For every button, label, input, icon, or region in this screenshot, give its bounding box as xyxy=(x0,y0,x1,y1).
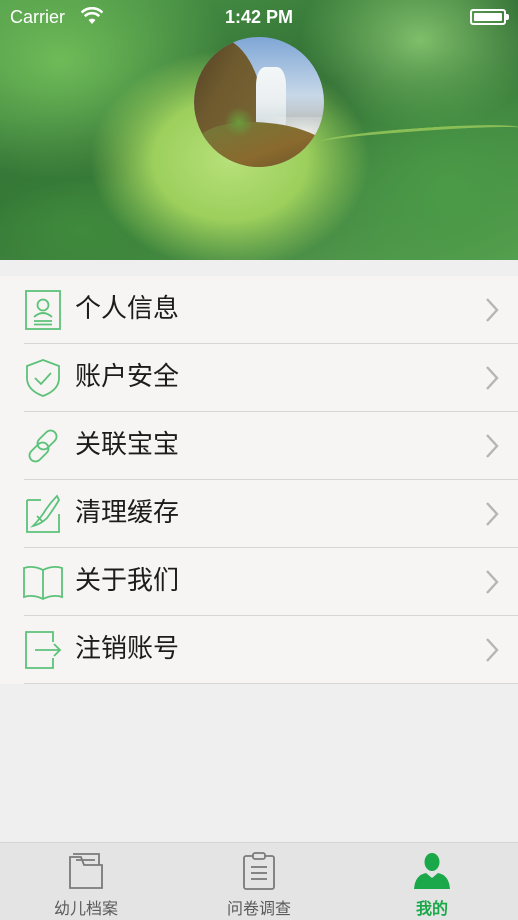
chevron-right-icon xyxy=(486,502,499,526)
logout-icon xyxy=(25,631,62,669)
clean-cache-icon xyxy=(26,494,61,533)
avatar[interactable] xyxy=(194,37,324,167)
tab-child-records[interactable]: 幼儿档案 xyxy=(0,843,172,920)
id-card-icon xyxy=(25,290,61,330)
link-icon xyxy=(28,429,58,463)
tab-label: 问卷调查 xyxy=(226,899,291,918)
chevron-right-icon xyxy=(486,366,499,390)
tab-mine[interactable]: 我的 xyxy=(346,843,518,920)
book-icon xyxy=(23,565,63,601)
folder-icon xyxy=(69,853,103,889)
person-icon xyxy=(414,853,450,889)
chevron-right-icon xyxy=(486,638,499,662)
menu-item-link-baby[interactable]: 关联宝宝 xyxy=(0,412,518,480)
menu-item-label: 注销账号 xyxy=(75,634,180,664)
settings-menu: 个人信息 账户安全 关联宝宝 清理缓存 关于我们 注销账号 xyxy=(0,276,518,684)
shield-check-icon xyxy=(26,359,60,397)
background-leaf xyxy=(319,121,518,149)
tab-survey[interactable]: 问卷调查 xyxy=(173,843,345,920)
tab-bar: 幼儿档案 问卷调查 我的 xyxy=(0,842,518,920)
menu-item-account-security[interactable]: 账户安全 xyxy=(0,344,518,412)
battery-icon xyxy=(470,9,509,25)
chevron-right-icon xyxy=(486,570,499,594)
menu-item-cancel-account[interactable]: 注销账号 xyxy=(0,616,518,684)
clock: 1:42 PM xyxy=(224,7,294,27)
profile-header: Carrier 1:42 PM xyxy=(0,0,518,260)
menu-item-label: 关于我们 xyxy=(75,566,180,596)
status-bar: Carrier 1:42 PM xyxy=(0,0,518,34)
menu-item-label: 关联宝宝 xyxy=(75,430,180,460)
menu-item-label: 清理缓存 xyxy=(75,498,180,528)
menu-item-clear-cache[interactable]: 清理缓存 xyxy=(0,480,518,548)
tab-label: 幼儿档案 xyxy=(53,899,118,918)
tab-label: 我的 xyxy=(415,899,448,918)
clipboard-icon xyxy=(243,852,275,890)
chevron-right-icon xyxy=(486,298,499,322)
chevron-right-icon xyxy=(486,434,499,458)
menu-item-label: 个人信息 xyxy=(75,294,180,324)
menu-item-about-us[interactable]: 关于我们 xyxy=(0,548,518,616)
menu-item-label: 账户安全 xyxy=(75,362,180,392)
menu-item-personal-info[interactable]: 个人信息 xyxy=(0,276,518,344)
